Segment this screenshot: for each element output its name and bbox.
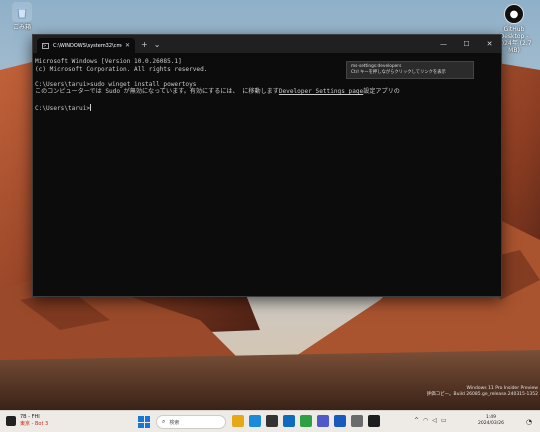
battery-icon[interactable]: ▭ [441,417,447,424]
notification-bell-icon[interactable]: ◔ [526,418,532,426]
search-placeholder: 検索 [169,419,180,426]
desktop-icon-recycle-bin[interactable]: ごみ箱 [0,2,44,31]
new-tab-button[interactable]: + [141,40,148,49]
store-icon[interactable] [266,415,278,427]
chrome-icon[interactable] [300,415,312,427]
text-cursor [90,103,92,111]
taskbar-search[interactable]: ⌕ 検索 [156,415,226,429]
tooltip-hint: Ctrl キーを押しながらクリックしてリンクを表示 [351,70,446,75]
weather-icon [6,416,16,426]
recycle-bin-icon [12,2,32,22]
taskbar: 7B - FHI 東京 - Bot 3 ⌕ 検索 ^ ◠ ◁ ▭ 1:49 20… [0,410,540,432]
weather-alert: 東京 - Bot 3 [20,421,49,427]
close-button[interactable]: ✕ [478,35,501,53]
mail-icon[interactable] [283,415,295,427]
terminal-tab[interactable]: > C:\WINDOWS\system32\cmd ✕ [37,38,135,53]
message-suffix: 設定アプリの [363,88,400,96]
console-prompt: C:\Users\tarui> [35,103,499,113]
cmd-icon: > [42,42,49,49]
insider-watermark: Windows 11 Pro Insider Preview 評価コピー。Bui… [427,386,538,398]
taskbar-clock[interactable]: 1:49 2024/03/26 [478,415,504,427]
file-explorer-icon[interactable] [232,415,244,427]
console-message: このコンピューターでは Sudo が無効になっています。有効にするには、 に移動… [35,88,499,96]
link-tooltip: ms-settings:developers Ctrl キーを押しながらクリック… [346,61,474,79]
start-button[interactable] [138,416,150,428]
windows-logo-icon [138,416,144,422]
developer-settings-link[interactable]: Developer Settings page [279,88,363,95]
tab-dropdown-button[interactable]: ⌄ [154,40,161,49]
minimize-button[interactable]: — [432,35,455,53]
tab-close-icon[interactable]: ✕ [125,42,130,49]
chevron-up-icon[interactable]: ^ [414,417,419,424]
watermark-build: 評価コピー。Build 26085.ge_release.240315-1352 [426,392,538,397]
wifi-icon[interactable]: ◠ [423,417,428,424]
weather-temp: 7B - FHI [20,414,40,420]
terminal-titlebar[interactable]: > C:\WINDOWS\system32\cmd ✕ + ⌄ — ☐ ✕ [33,35,501,53]
tab-title: C:\WINDOWS\system32\cmd [53,42,122,49]
edge-icon[interactable] [249,415,261,427]
speaker-icon[interactable]: ◁ [432,417,437,424]
word-icon[interactable] [334,415,346,427]
github-icon: ● [504,4,524,24]
settings-icon[interactable] [351,415,363,427]
system-tray[interactable]: ^ ◠ ◁ ▭ [414,417,451,424]
message-text: このコンピューターでは Sudo が無効になっています。有効にするには、 に移動… [35,88,279,96]
weather-widget[interactable]: 7B - FHI 東京 - Bot 3 [6,414,48,428]
clock-date: 2024/03/26 [478,421,504,426]
maximize-button[interactable]: ☐ [455,35,478,53]
desktop-icon-label: ごみ箱 [12,24,31,31]
prompt-text: C:\Users\tarui> [35,104,91,112]
search-icon: ⌕ [162,418,166,425]
teams-icon[interactable] [317,415,329,427]
taskbar-apps [232,415,385,427]
terminal-icon[interactable] [368,415,380,427]
